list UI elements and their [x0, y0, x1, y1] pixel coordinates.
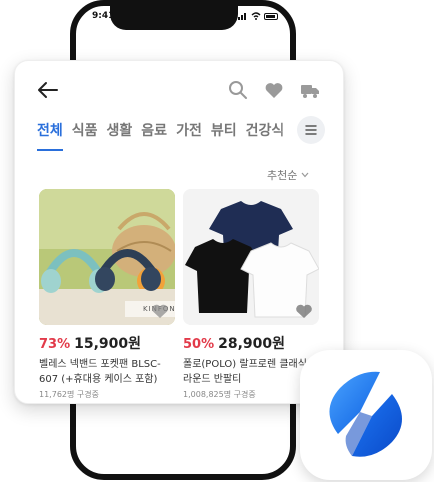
sort-label: 추천순: [267, 169, 298, 182]
discount-rate: 73%: [39, 337, 71, 352]
search-icon[interactable]: [227, 79, 249, 101]
tab-living[interactable]: 생활: [107, 121, 133, 151]
price: 28,900원: [218, 336, 286, 352]
signal-icon: [238, 12, 248, 20]
shopping-app-screen: 전체 식품 생활 음료 가전 뷰티 건강식 추천순 73% 15,900원 벨레…: [14, 60, 344, 404]
status-time: 9:41: [92, 11, 115, 21]
product-image: [183, 189, 319, 325]
price: 15,900원: [74, 336, 142, 352]
tab-food[interactable]: 식품: [72, 121, 98, 151]
wishlist-heart-icon[interactable]: [295, 303, 313, 319]
arrow-left-icon[interactable]: [37, 81, 59, 99]
brand-logo-icon: [329, 371, 402, 457]
product-name-line2: 607 (+휴대용 케이스 포함): [39, 374, 158, 385]
viewer-count: 11,762명 구경중: [39, 390, 99, 399]
status-icons: [238, 12, 278, 20]
discount-rate: 50%: [183, 337, 215, 352]
product-image: KINFON: [39, 189, 175, 325]
product-name: 벨레스 넥밴드 포켓팬 BLSC- 607 (+휴대용 케이스 포함): [39, 357, 179, 387]
product-card[interactable]: KINFON 73% 15,900원 벨레스 넥밴드 포켓팬 BLSC- 607…: [39, 189, 179, 400]
tab-all[interactable]: 전체: [37, 121, 63, 151]
app-icon[interactable]: [300, 350, 432, 480]
phone-notch: [110, 0, 238, 30]
header-bar: [15, 61, 343, 117]
battery-icon: [264, 12, 278, 20]
tab-appliance[interactable]: 가전: [176, 121, 202, 151]
hamburger-icon: [305, 125, 317, 135]
tab-beauty[interactable]: 뷰티: [211, 121, 237, 151]
truck-icon[interactable]: [299, 79, 321, 101]
price-row: 73% 15,900원: [39, 333, 179, 353]
sort-dropdown[interactable]: 추천순: [267, 167, 309, 183]
category-menu-button[interactable]: [297, 116, 325, 144]
heart-icon[interactable]: [263, 79, 285, 101]
header-actions: [227, 79, 321, 101]
tab-beverage[interactable]: 음료: [141, 121, 167, 151]
wishlist-heart-icon[interactable]: [151, 303, 169, 319]
chevron-down-icon: [301, 172, 309, 178]
product-name-line1: 벨레스 넥밴드 포켓팬 BLSC-: [39, 359, 161, 370]
wifi-icon: [251, 12, 261, 20]
